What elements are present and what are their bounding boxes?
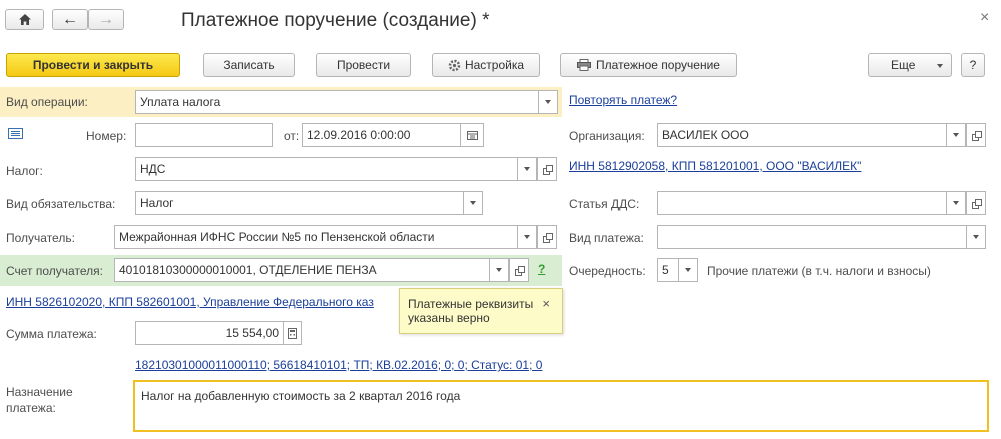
- close-window-icon[interactable]: ×: [980, 9, 989, 27]
- number-input[interactable]: [135, 123, 273, 147]
- chevron-down-icon: [953, 201, 959, 205]
- print-payment-order-button[interactable]: Платежное поручение: [560, 53, 737, 77]
- date-label: от:: [284, 129, 300, 143]
- tooltip-line-1: Платежные реквизиты: [408, 297, 534, 311]
- more-dropdown-button[interactable]: Еще: [868, 53, 952, 77]
- chevron-down-icon: [937, 64, 943, 68]
- recipient-select[interactable]: Межрайонная ИФНС России №5 по Пензенской…: [114, 225, 518, 249]
- chevron-down-icon: [545, 100, 551, 104]
- forward-button[interactable]: →: [88, 9, 124, 30]
- back-arrow-icon: ←: [62, 10, 78, 28]
- tax-select[interactable]: НДС: [135, 157, 518, 181]
- home-icon: [18, 14, 31, 25]
- purpose-label-line-2: платежа:: [6, 401, 56, 415]
- payment-type-label: Вид платежа:: [569, 231, 644, 245]
- recipient-account-open-button[interactable]: [509, 258, 529, 282]
- recipient-account-select[interactable]: 40101810300000010001, ОТДЕЛЕНИЕ ПЕНЗА: [114, 258, 490, 282]
- priority-select[interactable]: 5: [657, 258, 679, 282]
- purpose-textarea[interactable]: Налог на добавленную стоимость за 2 квар…: [133, 380, 989, 432]
- organization-details-link[interactable]: ИНН 5812902058, КПП 581201001, ООО "ВАСИ…: [569, 159, 861, 173]
- tax-open-button[interactable]: [537, 157, 557, 181]
- post-button[interactable]: Провести: [316, 53, 411, 77]
- forward-arrow-icon: →: [98, 10, 114, 28]
- open-icon: [514, 265, 525, 276]
- chevron-down-icon: [973, 235, 979, 239]
- page-title: Платежное поручение (создание) *: [181, 10, 490, 31]
- open-icon: [542, 232, 553, 243]
- amount-label: Сумма платежа:: [6, 327, 97, 341]
- validation-tooltip: Платежные реквизиты указаны верно ×: [399, 288, 563, 334]
- priority-label: Очередность:: [569, 264, 646, 278]
- calculator-icon: [288, 327, 297, 339]
- tooltip-close-icon[interactable]: ×: [542, 297, 550, 311]
- settings-button[interactable]: Настройка: [432, 53, 540, 77]
- payment-type-dropdown[interactable]: [966, 225, 986, 249]
- organization-label: Организация:: [569, 129, 645, 143]
- obligation-type-select[interactable]: Налог: [135, 191, 464, 215]
- operation-type-label: Вид операции:: [6, 95, 88, 109]
- obligation-type-label: Вид обязательства:: [6, 197, 116, 211]
- chevron-down-icon: [524, 167, 530, 171]
- recipient-label: Получатель:: [6, 231, 75, 245]
- save-button[interactable]: Записать: [203, 53, 295, 77]
- operation-type-dropdown[interactable]: [538, 90, 558, 114]
- cash-flow-item-label: Статья ДДС:: [569, 197, 640, 211]
- purpose-label-line-1: Назначение: [6, 385, 73, 399]
- date-input[interactable]: 12.09.2016 0:00:00: [302, 123, 461, 147]
- document-list-icon[interactable]: [8, 128, 24, 140]
- cash-flow-item-select[interactable]: [657, 191, 947, 215]
- amount-input[interactable]: 15 554,00: [135, 321, 284, 345]
- recipient-open-button[interactable]: [537, 225, 557, 249]
- chevron-down-icon: [524, 235, 530, 239]
- organization-dropdown[interactable]: [946, 123, 966, 147]
- chevron-down-icon: [685, 268, 691, 272]
- budget-classification-link[interactable]: 18210301000011000110; 56618410101; ТП; К…: [135, 358, 542, 372]
- gear-icon: [448, 59, 461, 71]
- chevron-down-icon: [470, 201, 476, 205]
- calendar-icon: [466, 130, 478, 140]
- open-icon: [971, 130, 982, 141]
- purpose-text: Налог на добавленную стоимость за 2 квар…: [141, 389, 461, 403]
- tooltip-line-2: указаны верно: [408, 311, 490, 325]
- recipient-account-label: Счет получателя:: [6, 264, 103, 278]
- payment-type-select[interactable]: [657, 225, 967, 249]
- obligation-type-dropdown[interactable]: [463, 191, 483, 215]
- post-and-close-button[interactable]: Провести и закрыть: [6, 53, 180, 77]
- priority-description: Прочие платежи (в т.ч. налоги и взносы): [707, 264, 931, 278]
- number-label: Номер:: [86, 129, 127, 143]
- recipient-dropdown[interactable]: [517, 225, 537, 249]
- open-icon: [971, 198, 982, 209]
- chevron-down-icon: [953, 133, 959, 137]
- back-button[interactable]: ←: [52, 9, 88, 30]
- tax-dropdown[interactable]: [517, 157, 537, 181]
- priority-dropdown[interactable]: [678, 258, 698, 282]
- operation-type-select[interactable]: Уплата налога: [135, 90, 539, 114]
- help-button[interactable]: ?: [961, 53, 985, 77]
- recipient-account-dropdown[interactable]: [489, 258, 509, 282]
- printer-icon: [577, 59, 592, 71]
- open-icon: [542, 164, 553, 175]
- recipient-account-help-icon[interactable]: ?: [538, 262, 545, 276]
- organization-open-button[interactable]: [966, 123, 986, 147]
- cash-flow-item-open-button[interactable]: [966, 191, 986, 215]
- calculator-button[interactable]: [283, 321, 302, 345]
- recipient-details-link[interactable]: ИНН 5826102020, КПП 582601001, Управлени…: [6, 295, 374, 309]
- tax-label: Налог:: [6, 164, 43, 178]
- cash-flow-item-dropdown[interactable]: [946, 191, 966, 215]
- home-button[interactable]: [5, 9, 44, 30]
- repeat-payment-link[interactable]: Повторять платеж?: [569, 93, 677, 107]
- chevron-down-icon: [496, 268, 502, 272]
- organization-select[interactable]: ВАСИЛЕК ООО: [657, 123, 947, 147]
- calendar-button[interactable]: [460, 123, 484, 147]
